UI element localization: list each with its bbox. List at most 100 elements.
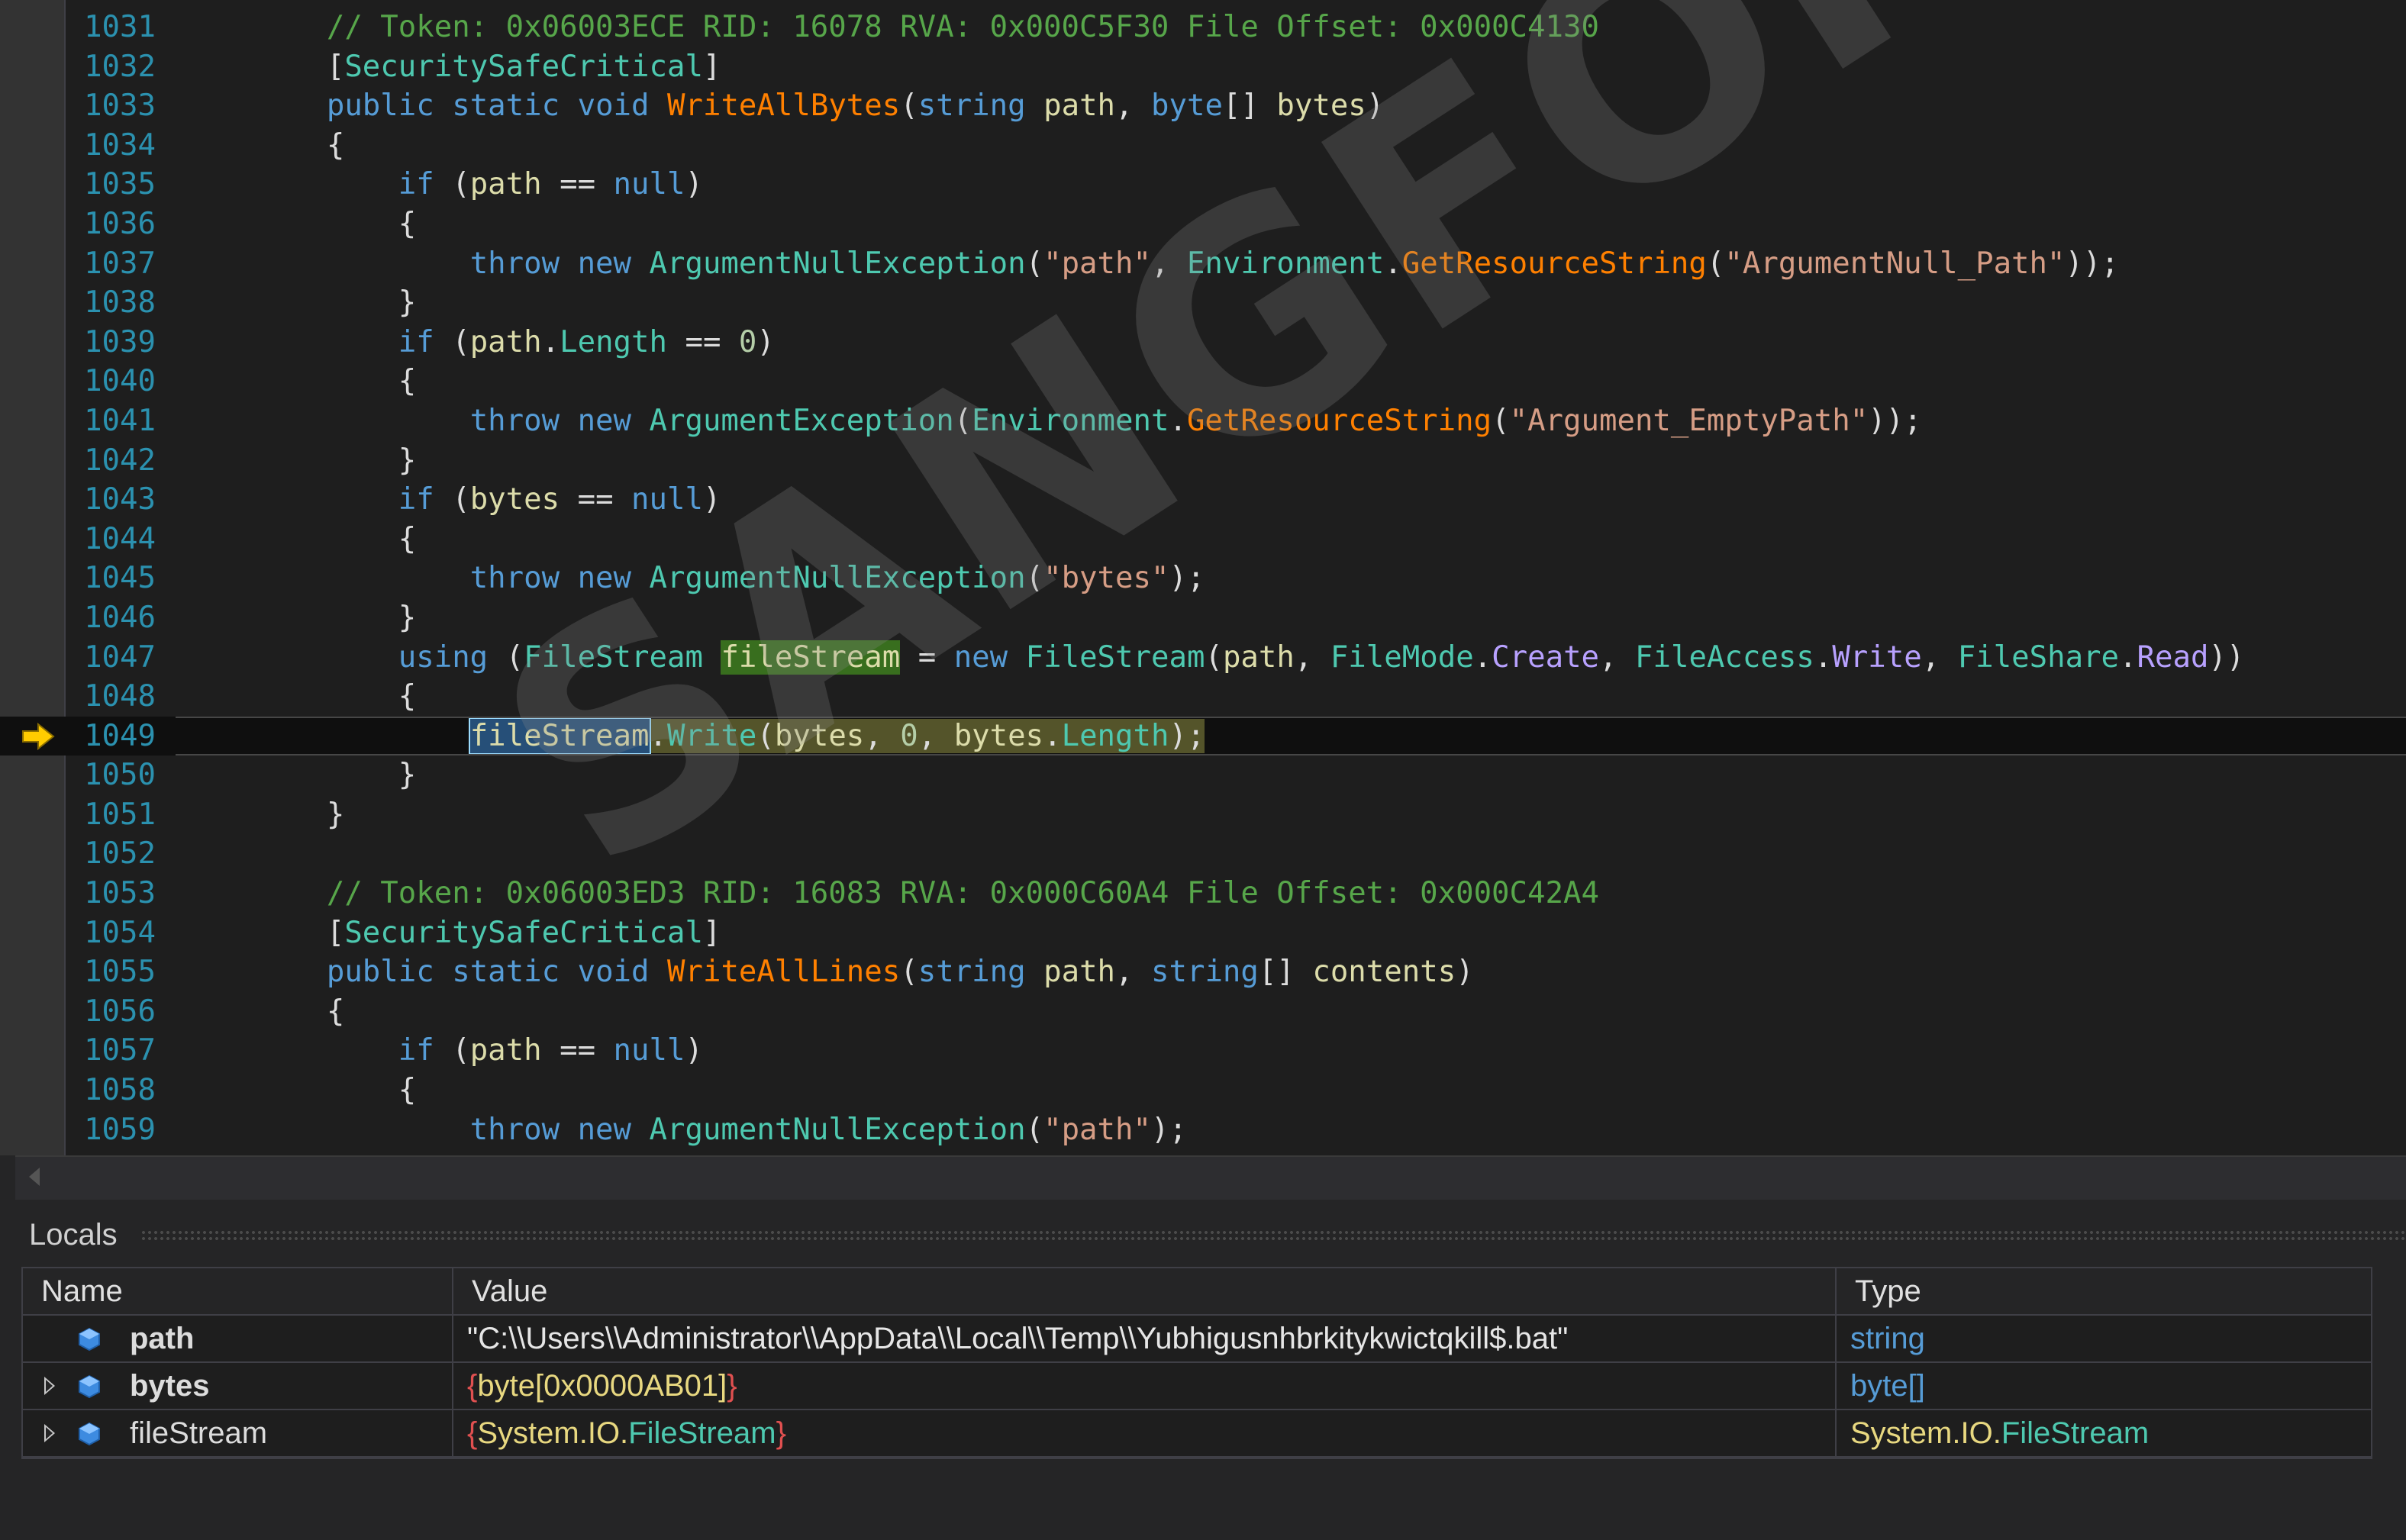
code-line[interactable]: 1058 { <box>0 1071 2406 1110</box>
code-token: void <box>577 955 650 990</box>
code-line[interactable]: 1057 if (path == null) <box>0 1031 2406 1071</box>
locals-title-bar[interactable]: Locals <box>21 1209 2406 1261</box>
code-text[interactable]: { <box>183 992 345 1032</box>
cell-name[interactable]: bytes <box>23 1363 453 1409</box>
title-bar-grip[interactable] <box>140 1229 2406 1240</box>
locals-row-filestream[interactable]: fileStream {System.IO.FileStream} System.I… <box>23 1410 2371 1458</box>
code-line[interactable]: 1059 throw new ArgumentNullException("pa… <box>0 1110 2406 1150</box>
code-text[interactable]: } <box>183 441 417 481</box>
horizontal-scrollbar[interactable] <box>15 1155 2406 1200</box>
code-line[interactable]: 1041 throw new ArgumentException(Environ… <box>0 401 2406 441</box>
code-text[interactable]: } <box>183 283 417 323</box>
code-text[interactable]: } <box>183 598 417 638</box>
code-text[interactable]: { <box>183 677 417 717</box>
code-line[interactable]: 1045 throw new ArgumentNullException("by… <box>0 559 2406 598</box>
code-token: , <box>1921 640 1958 675</box>
code-line[interactable]: 1051 } <box>0 795 2406 835</box>
code-text[interactable]: // Token: 0x06003ED3 RID: 16083 RVA: 0x0… <box>183 874 1599 913</box>
current-statement-arrow-icon[interactable] <box>21 722 55 750</box>
cell-value[interactable]: {byte[0x0000AB01]} <box>453 1363 1837 1409</box>
code-text[interactable]: throw new ArgumentException(Environment.… <box>183 401 1922 441</box>
code-text[interactable]: } <box>183 756 417 795</box>
code-line[interactable]: 1044 { <box>0 520 2406 559</box>
code-line[interactable]: 1055 public static void WriteAllLines(st… <box>0 952 2406 992</box>
code-line[interactable]: 1037 throw new ArgumentNullException("pa… <box>0 244 2406 284</box>
code-text[interactable]: public static void WriteAllLines(string … <box>183 952 1474 992</box>
code-line[interactable]: 1038 } <box>0 283 2406 323</box>
column-header-name[interactable]: Name <box>23 1268 453 1314</box>
code-line[interactable]: 1050 } <box>0 756 2406 795</box>
code-token: if <box>398 1033 434 1068</box>
code-line[interactable]: 1047 using (FileStream fileStream = new … <box>0 638 2406 678</box>
code-token: { <box>183 1073 417 1108</box>
code-token: throw <box>469 561 560 596</box>
code-lines[interactable]: 1031 // Token: 0x06003ECE RID: 16078 RVA… <box>0 8 2406 1149</box>
scroll-left-arrow-icon[interactable] <box>29 1168 40 1186</box>
current-code-line[interactable]: 1049 fileStream.Write(bytes, 0, bytes.Le… <box>0 716 2406 756</box>
code-line[interactable]: 1036 { <box>0 205 2406 244</box>
expand-triangle-icon[interactable] <box>44 1377 55 1395</box>
code-text[interactable]: [SecuritySafeCritical] <box>183 913 721 953</box>
code-text[interactable]: // Token: 0x06003ECE RID: 16078 RVA: 0x0… <box>183 8 1599 47</box>
code-line[interactable]: 1032 [SecuritySafeCritical] <box>0 47 2406 87</box>
cell-type[interactable]: System.IO.FileStream <box>1837 1410 2371 1456</box>
code-text[interactable]: fileStream.Write(bytes, 0, bytes.Length)… <box>183 717 1205 756</box>
line-number: 1052 <box>84 836 156 871</box>
code-text[interactable]: { <box>183 520 417 559</box>
code-line[interactable]: 1043 if (bytes == null) <box>0 480 2406 520</box>
code-line[interactable]: 1053 // Token: 0x06003ED3 RID: 16083 RVA… <box>0 874 2406 913</box>
locals-row-bytes[interactable]: bytes {byte[0x0000AB01]} byte[] <box>23 1363 2371 1410</box>
code-text[interactable]: if (path.Length == 0) <box>183 323 775 362</box>
code-text[interactable]: [SecuritySafeCritical] <box>183 47 721 87</box>
locals-row-path[interactable]: path "C:\\Users\\Administrator\\AppData\\… <box>23 1316 2371 1363</box>
code-text[interactable]: public static void WriteAllBytes(string … <box>183 86 1384 126</box>
value-open-brace: { <box>467 1369 478 1403</box>
code-text[interactable]: { <box>183 362 417 401</box>
code-line[interactable]: 1035 if (path == null) <box>0 165 2406 205</box>
code-text[interactable]: if (path == null) <box>183 1031 703 1071</box>
code-text[interactable]: } <box>183 795 345 835</box>
code-line[interactable]: 1031 // Token: 0x06003ECE RID: 16078 RVA… <box>0 8 2406 47</box>
cell-type[interactable]: byte[] <box>1837 1363 2371 1409</box>
code-line[interactable]: 1040 { <box>0 362 2406 401</box>
code-line[interactable]: 1046 } <box>0 598 2406 638</box>
code-token: } <box>183 797 345 832</box>
column-header-type[interactable]: Type <box>1837 1268 2371 1314</box>
cell-type[interactable]: string <box>1837 1316 2371 1361</box>
column-header-value[interactable]: Value <box>453 1268 1837 1314</box>
value-suffix: [0x0000AB01] <box>534 1369 727 1403</box>
cell-value[interactable]: "C:\\Users\\Administrator\\AppData\\Loca… <box>453 1316 1837 1361</box>
cell-name[interactable]: fileStream <box>23 1410 453 1456</box>
code-line[interactable]: 1054 [SecuritySafeCritical] <box>0 913 2406 953</box>
code-text[interactable]: throw new ArgumentNullException("bytes")… <box>183 559 1205 598</box>
line-number: 1047 <box>84 640 156 675</box>
code-text[interactable]: { <box>183 1071 417 1110</box>
code-line[interactable]: 1056 { <box>0 992 2406 1032</box>
code-line[interactable]: 1048 { <box>0 677 2406 717</box>
code-token: == <box>541 1033 614 1068</box>
expand-triangle-icon[interactable] <box>44 1424 55 1442</box>
cell-value[interactable]: {System.IO.FileStream} <box>453 1410 1837 1456</box>
code-text[interactable]: { <box>183 126 345 166</box>
code-line[interactable]: 1039 if (path.Length == 0) <box>0 323 2406 362</box>
code-text[interactable]: using (FileStream fileStream = new FileS… <box>183 638 2244 678</box>
code-token: "Argument_EmptyPath" <box>1509 403 1869 438</box>
code-text[interactable]: if (path == null) <box>183 165 703 205</box>
code-text[interactable]: if (bytes == null) <box>183 480 721 520</box>
code-line[interactable]: 1034 { <box>0 126 2406 166</box>
code-token: ( <box>1025 1112 1044 1147</box>
code-token: string <box>1151 955 1259 990</box>
cell-name[interactable]: path <box>23 1316 453 1361</box>
code-token: ] <box>702 49 721 84</box>
code-text[interactable]: { <box>183 205 417 244</box>
code-text[interactable]: throw new ArgumentNullException("path"); <box>183 1110 1187 1150</box>
code-token: byte <box>1151 89 1223 124</box>
code-line[interactable]: 1052 <box>0 834 2406 874</box>
code-line[interactable]: 1033 public static void WriteAllBytes(st… <box>0 86 2406 126</box>
code-text[interactable]: throw new ArgumentNullException("path", … <box>183 244 2119 284</box>
code-token: , <box>1599 640 1636 675</box>
code-line[interactable]: 1042 } <box>0 441 2406 481</box>
code-editor[interactable]: 1031 // Token: 0x06003ECE RID: 16078 RVA… <box>0 0 2406 1155</box>
